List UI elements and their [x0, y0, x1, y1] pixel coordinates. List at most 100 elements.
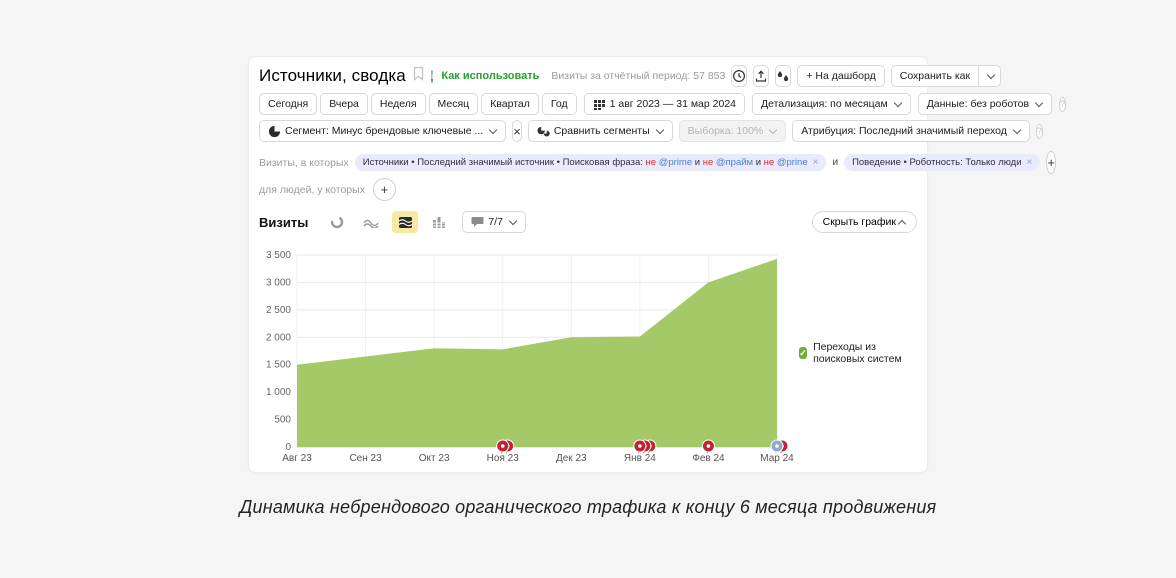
- svg-text:Янв 24: Янв 24: [624, 453, 656, 464]
- chart-type-area-button[interactable]: [392, 211, 419, 233]
- period-toolbar: Сегодня Вчера Неделя Месяц Квартал Год 1 авг …: [259, 93, 1067, 115]
- legend-label: Переходы из поисковых систем: [813, 341, 902, 365]
- svg-text:Сен 23: Сен 23: [349, 453, 382, 464]
- svg-text:Авг 23: Авг 23: [282, 453, 312, 464]
- caption: Динамика небрендового органического траф…: [239, 497, 937, 517]
- period-tabs: Сегодня Вчера Неделя Месяц Квартал Год: [259, 93, 577, 115]
- segment-pie-icon: [268, 125, 281, 137]
- report-header: Источники, сводка i Как использовать Виз…: [259, 65, 1002, 87]
- svg-text:Дек 23: Дек 23: [556, 453, 587, 464]
- chevron-down-icon: [769, 125, 778, 135]
- svg-text:2 500: 2 500: [266, 305, 291, 316]
- compare-segments-label: Сравнить сегменты: [553, 125, 650, 137]
- chip-text-part: @prine: [776, 157, 808, 168]
- visits-filter-row: Визиты, в которых Источники • Последний …: [259, 151, 1056, 174]
- segment-select[interactable]: Сегмент: Минус брендовые ключевые ...: [259, 120, 507, 142]
- svg-text:0: 0: [285, 442, 291, 453]
- page-title: Источники, сводка: [259, 66, 406, 85]
- chart-controls-row: Визиты 7/7 Скрыть график: [259, 211, 917, 233]
- svg-text:1 500: 1 500: [266, 360, 291, 371]
- area-chart-icon: [398, 216, 413, 228]
- export-button[interactable]: [753, 65, 770, 87]
- to-dashboard-button[interactable]: + На дашборд: [797, 65, 885, 87]
- detail-select[interactable]: Детализация: по месяцам: [752, 93, 911, 115]
- hide-chart-label: Скрыть график: [822, 216, 896, 228]
- comments-button[interactable]: 7/7: [462, 211, 526, 233]
- chip-text-part: и: [692, 157, 703, 168]
- chip-text-part: @прайм: [715, 157, 754, 168]
- source-filter-chip[interactable]: Источники • Последний значимый источник …: [354, 154, 827, 171]
- svg-text:500: 500: [274, 415, 291, 426]
- legend-item[interactable]: ✓ Переходы из поисковых систем: [799, 341, 917, 365]
- calendar-grid-icon: [593, 99, 605, 110]
- remove-chip-icon[interactable]: ×: [813, 157, 819, 168]
- hide-chart-button[interactable]: Скрыть график: [811, 211, 917, 233]
- save-as-split-button: Сохранить как: [890, 65, 1002, 87]
- period-tab-год[interactable]: Год: [541, 93, 577, 115]
- chip-text-part: не: [763, 157, 777, 168]
- period-tab-вчера[interactable]: Вчера: [320, 93, 368, 115]
- sampling-select[interactable]: Выборка: 100%: [678, 120, 787, 142]
- chevron-down-icon: [655, 125, 664, 135]
- info-icon: i: [430, 69, 434, 83]
- help-icon[interactable]: ?: [1059, 96, 1067, 112]
- period-tab-неделя[interactable]: Неделя: [370, 93, 426, 115]
- save-as-dropdown-button[interactable]: [979, 65, 1002, 87]
- date-range-button[interactable]: 1 авг 2023 — 31 мар 2024: [583, 93, 745, 115]
- chart-area: 0 500 1 000 1 500 2 000 2 500 3 000 3 500 Авг 23…: [259, 241, 917, 477]
- chart-type-columns-button[interactable]: [426, 211, 452, 233]
- svg-text:3 000: 3 000: [266, 277, 291, 288]
- upload-icon: [756, 70, 767, 82]
- chevron-down-icon: [508, 216, 518, 226]
- remove-segment-button[interactable]: ×: [512, 120, 522, 142]
- add-people-filter-button[interactable]: +: [372, 178, 396, 201]
- svg-text:Фев 24: Фев 24: [692, 453, 725, 464]
- close-icon: ×: [513, 123, 521, 139]
- history-button[interactable]: [731, 65, 748, 87]
- how-to-use-link[interactable]: Как использовать: [441, 70, 539, 82]
- chip-text-part: @prime: [658, 157, 693, 168]
- attribution-select[interactable]: Атрибуция: Последний значимый переход: [792, 120, 1030, 142]
- chevron-down-icon: [1034, 98, 1044, 108]
- metric-label: Визиты: [259, 214, 309, 230]
- people-filter-label: для людей, у которых: [259, 183, 365, 196]
- behavior-chip-label: Поведение • Роботность: Только люди: [852, 157, 1022, 168]
- legend-checkbox[interactable]: ✓: [799, 347, 808, 359]
- chip-text-part: не: [702, 157, 716, 168]
- goals-button[interactable]: [775, 65, 792, 87]
- chevron-up-icon: [897, 219, 907, 228]
- segment-toolbar: Сегмент: Минус брендовые ключевые ... × …: [259, 120, 1043, 142]
- chip-text-part: Источники • Последний значимый источник …: [362, 157, 646, 168]
- bookmark-icon[interactable]: [412, 66, 425, 86]
- help-icon[interactable]: ?: [1035, 123, 1043, 139]
- segment-label: Сегмент: Минус брендовые ключевые ...: [285, 125, 484, 137]
- chip-text-part: и: [753, 157, 764, 168]
- comment-icon: [471, 217, 484, 227]
- period-tab-квартал[interactable]: Квартал: [481, 93, 539, 115]
- svg-text:3 500: 3 500: [266, 250, 291, 261]
- chart-type-pie-button[interactable]: [324, 211, 350, 233]
- save-as-button[interactable]: Сохранить как: [890, 65, 980, 87]
- period-tab-сегодня[interactable]: Сегодня: [259, 93, 318, 115]
- line-chart-icon: [363, 219, 379, 228]
- remove-chip-icon[interactable]: ×: [1027, 157, 1033, 168]
- date-range-label: 1 авг 2023 — 31 мар 2024: [609, 98, 736, 110]
- visits-filter-label: Визиты, в которых: [259, 156, 349, 169]
- compare-segments-icon: [537, 126, 550, 137]
- sampling-label: Выборка: 100%: [687, 125, 764, 137]
- svg-text:Окт 23: Окт 23: [419, 453, 450, 464]
- data-mode-select[interactable]: Данные: без роботов: [917, 93, 1053, 115]
- svg-text:Ноя 23: Ноя 23: [487, 453, 520, 464]
- pie-chart-icon: [331, 215, 344, 229]
- period-tab-месяц[interactable]: Месяц: [428, 93, 479, 115]
- chevron-down-icon: [1012, 125, 1022, 135]
- detail-label: Детализация: по месяцам: [761, 98, 888, 110]
- compare-segments-button[interactable]: Сравнить сегменты: [527, 120, 673, 142]
- add-visits-filter-button[interactable]: +: [1046, 151, 1056, 174]
- chip-text-part: не: [645, 157, 659, 168]
- comments-count: 7/7: [488, 216, 503, 228]
- behavior-filter-chip[interactable]: Поведение • Роботность: Только люди ×: [844, 154, 1041, 171]
- chevron-down-icon: [893, 98, 902, 108]
- svg-text:Мар 24: Мар 24: [760, 453, 794, 464]
- chart-type-line-button[interactable]: [358, 211, 384, 233]
